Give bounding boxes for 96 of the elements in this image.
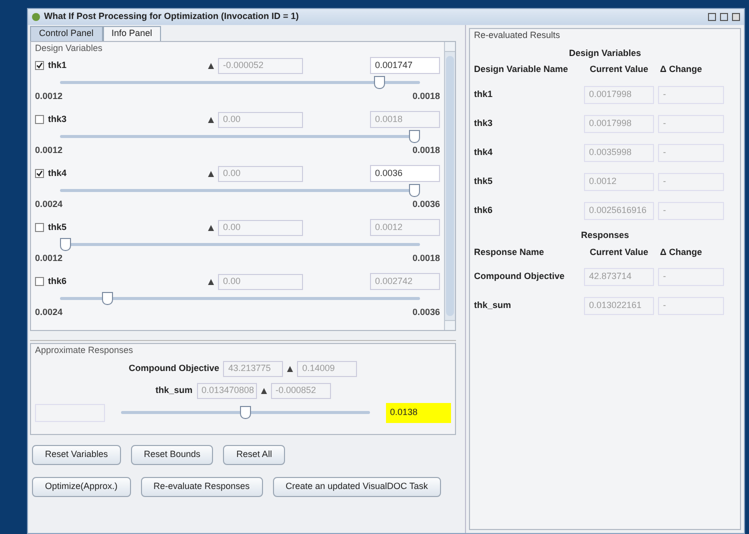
column-header: Response Name [474,246,546,259]
value-field: 0.0017998 [584,86,654,104]
maximize-icon[interactable] [720,13,728,21]
delta-field: -0.000852 [270,382,330,398]
slider-thumb[interactable] [60,238,71,250]
delta-field: 0.00 [218,220,303,236]
value-field: 0.013470808 [196,382,256,398]
change-field: - [658,268,724,286]
section-title: Design Variables [35,42,104,55]
scrollbar[interactable] [444,42,455,330]
delta-field: 0.00 [218,166,303,182]
checkbox[interactable] [35,115,44,124]
row-name: thk1 [474,88,494,101]
change-field: - [658,297,724,315]
value-field: 0.0017998 [584,114,654,132]
row-name: Compound Objective [474,270,566,284]
value-field: 43.213775 [223,360,284,376]
value-field: 0.0012 [584,172,654,190]
slider-thumb[interactable] [240,406,251,418]
delta-field: 0.00 [218,274,303,290]
column-header: Design Variable Name [474,63,570,76]
variable-name: thk4 [48,166,68,180]
tab[interactable]: Info Panel [102,26,162,41]
section-title: Re-evaluated Results [474,29,562,42]
delta-field: 0.14009 [297,360,358,376]
min-label: 0.0012 [35,90,63,102]
app-icon [32,13,40,21]
slider-thumb[interactable] [409,130,420,142]
minimize-icon[interactable] [708,13,716,21]
action-button[interactable]: Reset Variables [32,445,121,465]
section-title: Approximate Responses [35,344,134,357]
row-name: thk5 [474,174,494,188]
min-label: 0.0012 [35,252,63,264]
delta-icon [208,224,214,230]
value-field: 0.0035998 [584,144,654,162]
value-field: 42.873714 [584,268,654,286]
change-field: - [658,86,724,104]
column-header: Δ Change [660,63,702,76]
checkbox[interactable] [35,169,44,178]
value-field[interactable]: 0.001747 [370,57,440,74]
max-label: 0.0018 [412,144,440,156]
group-title: Design Variables [568,46,642,60]
min-label: 0.0024 [35,306,63,318]
change-field: - [658,144,724,162]
action-button[interactable]: Re-evaluate Responses [140,477,263,497]
variable-name: thk1 [48,58,68,72]
delta-icon [260,388,266,394]
delta-field: 0.00 [218,112,303,128]
column-header: Δ Change [660,246,702,259]
max-label: 0.0018 [412,90,440,102]
min-label: 0.0012 [35,144,63,156]
window-title: What If Post Processing for Optimization (Invocation ID = 1) [44,10,300,24]
check-icon [36,170,43,177]
response-name: Compound Objective [128,362,220,375]
delta-icon [287,366,294,372]
row-name: thk3 [474,116,494,130]
response-name: thk_sum [155,384,192,397]
change-field: - [658,202,724,220]
change-field: - [658,114,724,132]
variable-name: thk3 [48,112,68,126]
delta-icon [208,116,214,122]
change-field: - [658,172,724,190]
column-header: Current Value [588,246,650,259]
action-button[interactable]: Reset All [223,445,285,465]
group-title: Responses [580,229,630,242]
max-label: 0.0018 [412,252,440,264]
slider-thumb[interactable] [409,184,420,196]
max-label: 0.0036 [412,306,440,318]
row-name: thk4 [474,146,494,159]
action-button[interactable]: Create an updated VisualDOC Task [272,477,441,497]
scroll-thumb[interactable] [446,56,454,316]
checkbox[interactable] [35,277,44,286]
variable-name: thk6 [48,274,68,288]
target-value-field[interactable]: 0.0138 [386,402,451,422]
value-field[interactable]: 0.0036 [370,165,440,182]
tab[interactable]: Control Panel [30,26,103,41]
slider-thumb[interactable] [102,292,113,304]
column-header: Current Value [588,63,650,76]
close-icon[interactable] [732,13,740,21]
value-field: 0.013022161 [584,297,654,315]
value-field: 0.0025616916 [584,202,654,220]
action-button[interactable]: Reset Bounds [130,445,214,465]
delta-icon [208,170,214,176]
checkbox[interactable] [35,223,44,232]
check-icon [36,62,43,69]
min-label: 0.0024 [35,198,63,210]
row-name: thk_sum [474,299,512,312]
delta-icon [208,278,214,284]
delta-icon [208,62,214,68]
variable-name: thk5 [48,220,68,234]
max-label: 0.0036 [412,198,440,210]
slider-thumb[interactable] [374,76,386,88]
delta-field: -0.000052 [218,58,303,74]
action-button[interactable]: Optimize(Approx.) [32,477,131,497]
row-name: thk6 [474,204,494,217]
checkbox[interactable] [35,61,44,70]
